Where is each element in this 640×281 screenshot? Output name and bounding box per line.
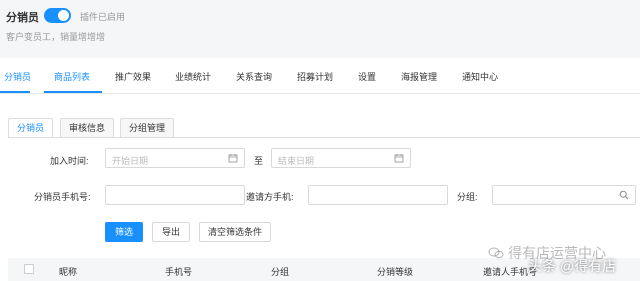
main-nav: 分销员 商品列表 推广效果 业绩统计 关系查询 招募计划 设置 海报管理 通知中… <box>0 58 640 94</box>
nav-item-performance[interactable]: 业绩统计 <box>175 70 211 83</box>
phone-input[interactable] <box>105 185 245 205</box>
column-phone[interactable]: 手机号 <box>165 265 192 278</box>
watermark-author: 头条 @得有店 <box>528 258 617 274</box>
nav-item-settings[interactable]: 设置 <box>358 70 376 83</box>
clear-filters-button[interactable]: 清空筛选条件 <box>199 222 271 242</box>
phone-label: 分销员手机号: <box>34 192 91 202</box>
page-subtitle: 客户变员工，销量增增增 <box>6 32 106 42</box>
export-button[interactable]: 导出 <box>152 222 190 242</box>
join-time-label: 加入时间: <box>50 156 89 166</box>
calendar-icon <box>228 154 238 163</box>
nav-item-relations[interactable]: 关系查询 <box>236 70 272 83</box>
nav-item-recruit[interactable]: 招募计划 <box>297 70 333 83</box>
plugin-toggle[interactable] <box>44 8 71 23</box>
end-date-input[interactable]: 结束日期 <box>271 148 411 168</box>
inviter-label: 邀请方手机: <box>246 192 294 202</box>
search-icon <box>619 190 629 200</box>
start-date-placeholder: 开始日期 <box>112 156 149 166</box>
nav-item-promotion[interactable]: 推广效果 <box>115 70 151 83</box>
column-nickname[interactable]: 昵称 <box>59 265 77 278</box>
page-header: 分销员 插件已启用 客户变员工，销量增增增 <box>0 0 640 58</box>
end-date-placeholder: 结束日期 <box>278 156 315 166</box>
calendar-icon <box>394 154 404 163</box>
nav-active-indicator-2 <box>44 91 102 93</box>
page-title: 分销员 <box>6 12 39 24</box>
tab-review[interactable]: 审核信息 <box>60 118 115 138</box>
nav-item-products[interactable]: 商品列表 <box>54 70 90 83</box>
chat-icon <box>488 247 504 259</box>
nav-active-indicator <box>0 91 30 93</box>
column-level[interactable]: 分销等级 <box>377 265 413 278</box>
nav-item-distributors[interactable]: 分销员 <box>4 70 31 83</box>
tab-divider <box>8 137 640 138</box>
tab-distributors[interactable]: 分销员 <box>8 118 54 138</box>
nav-item-notifications[interactable]: 通知中心 <box>462 70 498 83</box>
filter-button[interactable]: 筛选 <box>105 222 143 242</box>
nav-item-posters[interactable]: 海报管理 <box>401 70 437 83</box>
toggle-knob <box>58 10 69 21</box>
column-group[interactable]: 分组 <box>271 265 289 278</box>
inviter-phone-input[interactable] <box>308 185 448 205</box>
start-date-input[interactable]: 开始日期 <box>105 148 245 168</box>
to-label: 至 <box>254 156 264 166</box>
select-all-checkbox[interactable] <box>24 264 34 274</box>
plugin-status: 插件已启用 <box>80 12 126 22</box>
group-label: 分组: <box>457 192 478 202</box>
tab-groups[interactable]: 分组管理 <box>120 118 175 138</box>
group-select[interactable] <box>492 185 636 205</box>
